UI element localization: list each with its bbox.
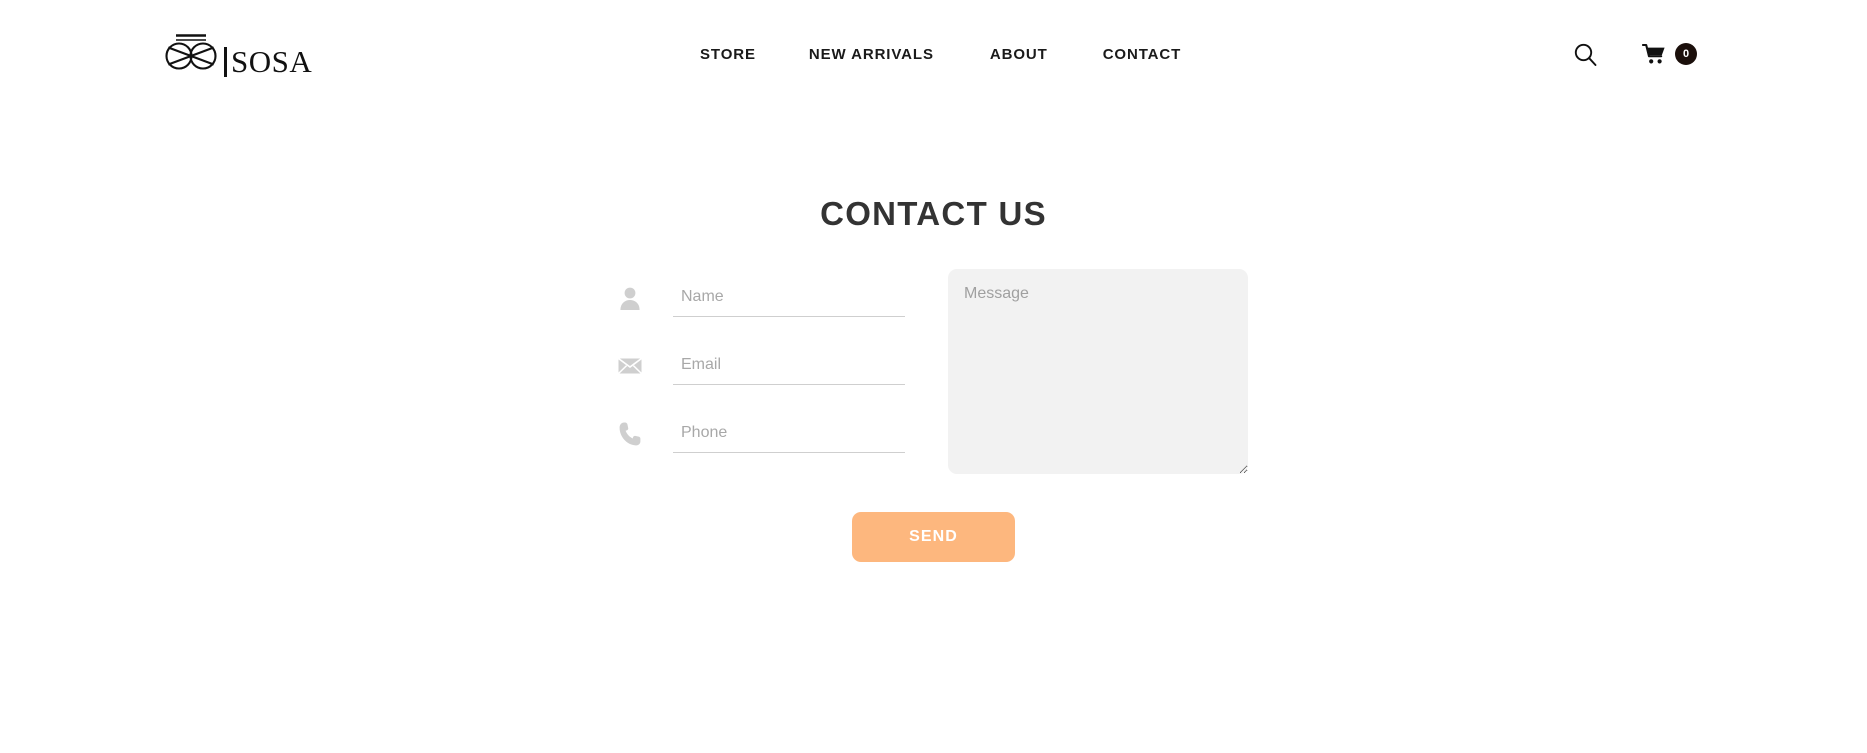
cart-group[interactable]: 0 <box>1641 43 1697 65</box>
contact-form: SEND <box>0 269 1867 579</box>
name-input[interactable] <box>673 283 905 317</box>
field-row-name <box>615 269 905 317</box>
nav-item-contact[interactable]: CONTACT <box>1103 40 1182 69</box>
main-navigation: STORE NEW ARRIVALS ABOUT CONTACT <box>700 0 1181 108</box>
site-header: SOSA STORE NEW ARRIVALS ABOUT CONTACT 0 <box>0 0 1867 108</box>
search-icon <box>1573 42 1598 67</box>
envelope-icon <box>615 351 645 381</box>
search-button[interactable] <box>1573 42 1598 67</box>
field-row-phone <box>615 405 905 453</box>
shopping-cart-icon <box>1641 43 1666 65</box>
form-fields-column <box>615 269 905 453</box>
user-icon <box>615 283 645 313</box>
phone-icon <box>615 419 645 449</box>
nav-item-about[interactable]: ABOUT <box>990 40 1048 69</box>
cart-count-badge[interactable]: 0 <box>1675 43 1697 65</box>
brand-logo-link[interactable]: SOSA <box>160 28 312 80</box>
brand-divider <box>224 47 227 77</box>
header-actions: 0 <box>1573 0 1697 108</box>
brand-wordmark: SOSA <box>231 44 313 79</box>
message-field-wrapper <box>948 269 1248 474</box>
phone-input[interactable] <box>673 419 905 453</box>
nav-item-store[interactable]: STORE <box>700 40 756 69</box>
field-row-email <box>615 337 905 385</box>
infinity-loop-logo-icon <box>160 31 222 80</box>
nav-item-new-arrivals[interactable]: NEW ARRIVALS <box>809 40 934 69</box>
email-input[interactable] <box>673 351 905 385</box>
page-content: CONTACT US Name Email Phone Message SEND <box>0 108 1867 579</box>
cart-button[interactable] <box>1641 43 1666 65</box>
send-button[interactable]: SEND <box>852 512 1015 562</box>
send-button-row: SEND <box>0 512 1867 562</box>
message-textarea[interactable] <box>948 269 1248 474</box>
page-title: CONTACT US <box>820 195 1047 232</box>
